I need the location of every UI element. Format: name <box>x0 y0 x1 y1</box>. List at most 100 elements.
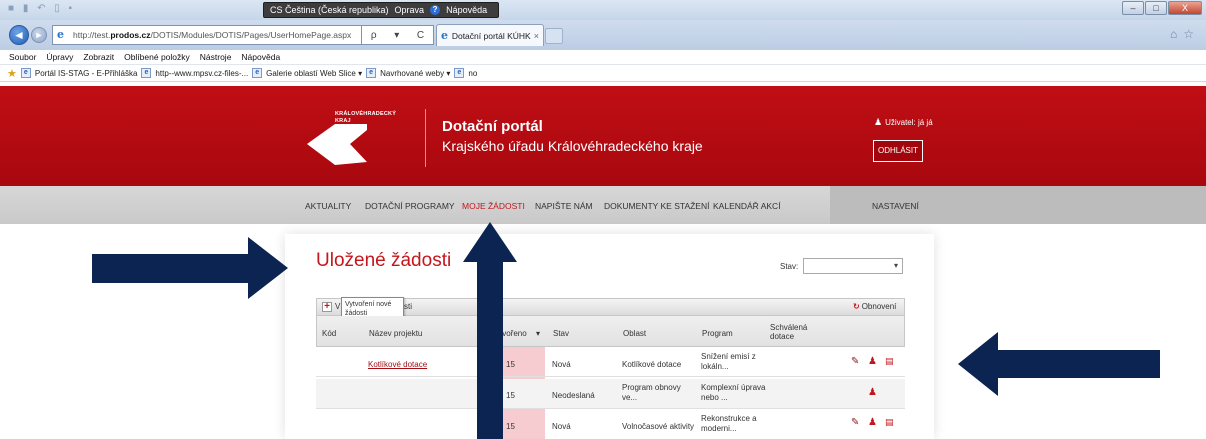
browser-toolbar-icons: ⌂ ☆ <box>1170 27 1194 41</box>
nav-item-news[interactable]: AKTUALITY <box>305 201 351 211</box>
url-prefix: http://test. <box>73 30 111 40</box>
status-cell: Nová <box>552 422 571 431</box>
dropdown-icon[interactable]: ▾ <box>394 30 399 41</box>
menu-item-help[interactable]: Nápověda <box>241 52 280 62</box>
document-icon[interactable]: ▤ <box>885 356 894 367</box>
back-button[interactable]: ◄ <box>9 25 29 45</box>
column-header-project-name[interactable]: Název projektu <box>369 329 422 338</box>
column-header-code[interactable]: Kód <box>322 329 336 338</box>
favorite-link[interactable]: http--www.mpsv.cz-files-... <box>155 69 248 78</box>
program-cell-line2: moderni... <box>701 424 737 433</box>
menu-item-favorites[interactable]: Oblíbené položky <box>124 52 190 62</box>
favorites-star-icon[interactable]: ★ <box>7 67 17 80</box>
url-input[interactable]: e http://test.prodos.cz/DOTIS/Modules/DO… <box>52 25 362 45</box>
user-icon[interactable]: ♟ <box>868 356 877 367</box>
status-cell: Nová <box>552 360 571 369</box>
refresh-page-icon[interactable]: C <box>417 30 424 41</box>
column-header-approved[interactable]: Schválená dotace <box>770 323 807 341</box>
table-row[interactable]: 15 Nová Volnočasové aktivity Rekonstrukc… <box>316 410 905 439</box>
add-request-label-start[interactable]: V <box>335 302 340 311</box>
program-cell-line2: nebo ... <box>701 393 728 402</box>
menu-item-tools[interactable]: Nástroje <box>200 52 232 62</box>
add-request-icon[interactable]: + <box>322 302 332 312</box>
created-cell: 15 <box>506 360 515 369</box>
ie-logo-icon: e <box>57 28 64 41</box>
logout-button[interactable]: ODHLÁSIT <box>873 140 923 162</box>
nav-item-contact[interactable]: NAPIŠTE NÁM <box>535 201 593 211</box>
window-titlebar: ■ ▮ ↶ ▯ ▪ CS Čeština (Česká republika) O… <box>0 0 1206 20</box>
main-navigation <box>0 186 1206 224</box>
program-cell-line1: Komplexní úprava <box>701 383 766 392</box>
repair-label[interactable]: Oprava <box>395 5 425 15</box>
column-header-created[interactable]: ytvořeno <box>496 329 527 338</box>
program-cell-line2: lokáln... <box>701 362 729 371</box>
portal-subtitle: Krajského úřadu Královéhradeckého kraje <box>442 138 703 154</box>
favorites-star-icon[interactable]: ☆ <box>1183 27 1194 41</box>
edit-icon[interactable]: ✎ <box>851 356 859 367</box>
tab-favicon-icon: e <box>441 28 448 42</box>
favorite-link[interactable]: Navrhované weby ▾ <box>380 69 450 78</box>
language-bar[interactable]: CS Čeština (Česká republika) Oprava ? Ná… <box>263 2 499 18</box>
browser-tab[interactable]: e Dotační portál KÚHK × <box>436 24 544 46</box>
url-tools: ρ ▾ C <box>362 25 434 45</box>
maximize-button[interactable]: □ <box>1145 1 1167 15</box>
nav-item-programs[interactable]: DOTAČNÍ PROGRAMY <box>365 201 455 211</box>
sort-desc-icon: ▾ <box>536 329 541 338</box>
url-domain: prodos.cz <box>110 30 151 40</box>
new-tab-button[interactable] <box>545 28 563 44</box>
table-row[interactable]: Kotlíkové dotace 15 Nová Kotlíkové dotac… <box>316 347 905 377</box>
refresh-icon: ↻ <box>853 302 860 311</box>
column-header-status[interactable]: Stav <box>553 329 569 338</box>
minimize-button[interactable]: – <box>1122 1 1144 15</box>
page-favicon-icon: e <box>366 68 377 78</box>
column-header-approved-line1: Schválená <box>770 323 808 332</box>
close-window-button[interactable]: X <box>1168 1 1202 15</box>
forward-button[interactable]: ► <box>31 27 47 43</box>
nav-item-settings[interactable]: NASTAVENÍ <box>872 201 919 211</box>
home-icon[interactable]: ⌂ <box>1170 27 1177 41</box>
user-label: Uživatel: já já <box>885 118 933 127</box>
user-icon[interactable]: ♟ <box>868 417 877 428</box>
menu-item-view[interactable]: Zobrazit <box>83 52 114 62</box>
tab-title: Dotační portál KÚHK <box>451 30 531 41</box>
column-header-area[interactable]: Oblast <box>623 329 646 338</box>
menu-item-file[interactable]: Soubor <box>9 52 36 62</box>
user-icon[interactable]: ♟ <box>868 387 877 398</box>
refresh-button[interactable]: ↻ Obnovení <box>853 302 896 311</box>
edit-icon[interactable]: ✎ <box>851 417 859 428</box>
nav-item-my-requests[interactable]: MOJE ŽÁDOSTI <box>462 201 525 211</box>
program-cell-line1: Snížení emisí z <box>701 352 756 361</box>
add-request-label-end[interactable]: sti <box>404 302 412 311</box>
favorite-link[interactable]: Portál IS-STAG - E-Přihláška <box>35 69 138 78</box>
favorite-link[interactable]: no <box>468 69 477 78</box>
project-name-link[interactable]: Kotlíkové dotace <box>368 360 427 369</box>
column-header-program[interactable]: Program <box>702 329 733 338</box>
user-icon: ♟ <box>874 117 883 127</box>
address-bar-area: ◄ ► e http://test.prodos.cz/DOTIS/Module… <box>0 20 1206 50</box>
favorites-bar: ★ e Portál IS-STAG - E-Přihláška e http-… <box>0 65 1206 82</box>
language-label[interactable]: CS Čeština (Česká republika) <box>270 5 389 15</box>
user-info: ♟ Uživatel: já já <box>874 117 933 128</box>
status-filter-select[interactable]: ▾ <box>803 258 903 274</box>
menu-item-edit[interactable]: Úpravy <box>46 52 73 62</box>
area-cell: Kotlíkové dotace <box>622 360 682 369</box>
search-icon[interactable]: ρ <box>371 30 377 41</box>
chevron-down-icon: ▾ <box>893 261 898 270</box>
area-cell: Volnočasové aktivity <box>622 422 695 431</box>
created-cell: 15 <box>506 391 515 400</box>
header-divider <box>425 109 426 167</box>
favorite-link[interactable]: Galerie oblastí Web Slice ▾ <box>266 69 362 78</box>
status-cell: Neodeslaná <box>552 391 595 400</box>
portal-title: Dotační portál <box>442 118 543 135</box>
tab-close-icon[interactable]: × <box>534 31 539 41</box>
nav-item-downloads[interactable]: DOKUMENTY KE STAŽENÍ <box>604 201 709 211</box>
page-title: Uložené žádosti <box>316 250 452 271</box>
page-favicon-icon: e <box>252 68 263 78</box>
page-favicon-icon: e <box>454 68 465 78</box>
column-header-approved-line2: dotace <box>770 332 795 341</box>
help-label[interactable]: Nápověda <box>446 5 487 15</box>
table-row[interactable]: 15 Neodeslaná Program obnovy ve... Kompl… <box>316 379 905 409</box>
nav-item-calendar[interactable]: KALENDÁŘ AKCÍ <box>713 201 781 211</box>
region-logo-icon[interactable] <box>305 122 375 167</box>
document-icon[interactable]: ▤ <box>885 417 894 428</box>
